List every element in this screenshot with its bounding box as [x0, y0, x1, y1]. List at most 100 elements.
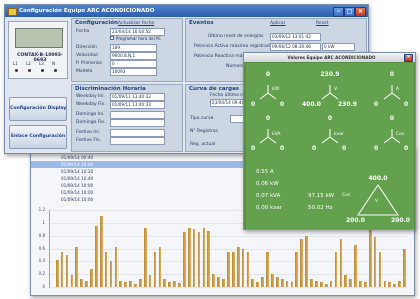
- direccion-select[interactable]: 189: [110, 44, 157, 52]
- port-label: N: [52, 61, 55, 66]
- port-label: L3: [39, 61, 44, 66]
- y-axis: 1.2 1 0.8 0.6 0.4 0.2 0: [33, 207, 47, 289]
- primarios-field[interactable]: 0: [110, 60, 157, 68]
- chart-bar: [236, 247, 240, 287]
- discriminacion-panel: Discriminación Horaria Weekday Ini. 01/0…: [71, 84, 183, 152]
- meter-close-button[interactable]: ×: [404, 54, 413, 62]
- meter-window-titlebar[interactable]: Valores Equipo ARC ACONDICIONADO ×: [244, 53, 415, 62]
- festivo-ini-field[interactable]: [110, 129, 165, 137]
- chart-bar: [310, 279, 313, 287]
- curva-title: Curva de cargas: [189, 86, 240, 92]
- chart-bar: [55, 260, 59, 287]
- weekday-fin-field[interactable]: 01/09/11 13:40:33: [110, 101, 165, 109]
- configuracion-title: Configuración: [75, 20, 118, 26]
- chart-bar: [197, 232, 201, 287]
- domingo-fin-label: Domingo Fin.: [76, 120, 106, 125]
- kvar-unit: kvar: [334, 132, 344, 137]
- discriminacion-title: Discriminación Horaria: [75, 86, 146, 92]
- chart-bar: [168, 281, 172, 287]
- summary-frequency: 50.02 Hz: [308, 205, 333, 211]
- kvar-top-value: 0: [327, 115, 333, 122]
- sync-pc-checkbox[interactable]: [110, 36, 114, 40]
- fecha-label: Fecha: [76, 29, 90, 34]
- current-right-value: 0: [404, 101, 409, 108]
- festivo-ini-label: Festivo Ini.: [76, 130, 101, 135]
- chart-bar: [173, 280, 176, 287]
- chart-bar: [227, 251, 230, 287]
- y-tick-label: 0: [42, 284, 45, 289]
- chart-bar: [256, 281, 260, 287]
- update-date-link[interactable]: Actualizar fecha: [118, 21, 154, 26]
- chart-bar: [344, 275, 348, 287]
- close-button[interactable]: ×: [355, 7, 366, 17]
- chart-bar: [368, 229, 372, 287]
- chart-bar: [119, 280, 123, 287]
- domingo-fin-field[interactable]: [110, 119, 165, 127]
- velocidad-field[interactable]: 9600,8,N,1: [110, 52, 157, 60]
- chart-bar: [315, 280, 318, 287]
- device-display: [15, 28, 63, 48]
- y-tick-label: 0.6: [38, 245, 45, 251]
- config-display-button[interactable]: Configuración Display: [9, 97, 67, 121]
- chart-bar: [192, 229, 196, 287]
- chart-bar: [90, 269, 93, 287]
- chart-bar: [290, 281, 294, 287]
- kw-right-value: 0: [280, 101, 285, 108]
- chart-bar: [300, 238, 304, 287]
- chart-bar: [158, 247, 162, 287]
- domingo-ini-field[interactable]: [110, 111, 165, 119]
- summary-reactive: 0.00 kvar: [256, 205, 283, 211]
- chart-bar: [207, 230, 211, 287]
- current-unit: A: [396, 87, 400, 92]
- kvar-right-value: 0: [342, 145, 347, 152]
- summary-mid-power: 97.15 kW: [308, 193, 335, 199]
- fecha-field[interactable]: 23/04/14 10:04:52: [110, 28, 165, 36]
- chart-bar: [324, 283, 328, 287]
- summary-power: 0.06 kW: [256, 181, 279, 187]
- chart-bar: [178, 283, 181, 287]
- kva-unit: kVA: [272, 132, 281, 137]
- link-config-button[interactable]: Enlace Configuración: [9, 125, 67, 149]
- chart-bar: [393, 283, 396, 287]
- minimize-button[interactable]: –: [333, 7, 344, 17]
- y-tick-label: 1.2: [38, 207, 45, 212]
- chart-bar: [75, 247, 79, 287]
- chart-bar: [65, 254, 69, 287]
- config-window-titlebar[interactable]: Configuración Equipo ARC ACONDICIONADO –…: [5, 5, 368, 17]
- chart-bar: [329, 280, 333, 287]
- meter-window: Valores Equipo ARC ACONDICIONADO × 0 kW …: [243, 52, 416, 230]
- voltage-top-value: 230.9: [320, 71, 340, 78]
- festivo-fin-field[interactable]: [110, 137, 165, 145]
- weekday-ini-field[interactable]: 01/09/11 13:40:33: [110, 93, 165, 101]
- max-active-value: 0 kW: [322, 43, 355, 51]
- big-triangle-top: 400.0: [368, 175, 388, 182]
- pf-unit: Cos: [396, 132, 405, 137]
- festivo-fin-label: Festivo Fin.: [76, 138, 102, 143]
- chart-bar: [60, 251, 64, 287]
- chart-bar: [349, 279, 352, 287]
- summary-cos-label: Cos: [342, 193, 351, 198]
- summary-current: 0.55 A: [256, 169, 274, 175]
- kva-right-value: 0: [280, 145, 285, 152]
- maximize-button[interactable]: □: [344, 7, 355, 17]
- chart-bar: [202, 227, 206, 287]
- domingo-ini-label: Domingo Ini.: [76, 112, 105, 117]
- current-left-value: 0: [374, 101, 379, 108]
- apply-link[interactable]: Aplicar: [270, 21, 286, 26]
- chart-bar: [388, 281, 392, 287]
- chart-bar: [153, 251, 157, 287]
- big-triangle-right: 200.0: [391, 217, 410, 224]
- chart-bar: [139, 279, 142, 287]
- port-label: L2: [26, 61, 31, 66]
- kw-left-value: 0: [251, 101, 256, 108]
- chart-bar: [124, 281, 128, 287]
- chart-bar: [359, 280, 362, 287]
- voltage-left-value: 400.0: [302, 101, 321, 108]
- pf-right-value: 0: [404, 145, 409, 152]
- chart-bar: [295, 251, 299, 287]
- reset-link[interactable]: Reset: [316, 21, 329, 26]
- current-top-value: 0: [389, 71, 395, 78]
- chart-bar: [94, 226, 98, 287]
- chart-bar: [85, 280, 88, 287]
- chart-bar: [266, 251, 269, 287]
